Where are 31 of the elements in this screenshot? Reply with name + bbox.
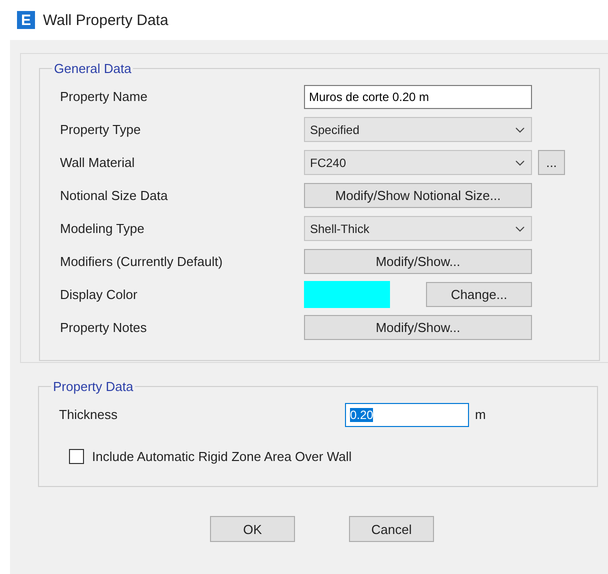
modify-button[interactable]: Modify/Show... bbox=[304, 249, 532, 274]
modify-button[interactable]: Modify/Show... bbox=[304, 315, 532, 340]
thickness-field[interactable]: 0.20 bbox=[345, 402, 469, 426]
group-title: Property Data bbox=[52, 379, 134, 394]
modify-button[interactable]: Modify/Show Notional Size... bbox=[304, 183, 532, 208]
change-button[interactable]: Change... bbox=[426, 282, 532, 307]
dropdown[interactable]: Specified bbox=[304, 117, 532, 142]
field-label: Modifiers (Currently Default) bbox=[60, 254, 224, 269]
chevron-down-icon bbox=[515, 160, 525, 166]
unit-label: m bbox=[475, 407, 486, 422]
group-title: General Data bbox=[53, 61, 132, 76]
property-name-field[interactable]: Muros de corte 0.20 m bbox=[304, 84, 532, 108]
field-label: Property Type bbox=[60, 122, 142, 137]
app-logo: E bbox=[17, 11, 35, 29]
field-label: Wall Material bbox=[60, 155, 136, 170]
field-label: Display Color bbox=[60, 287, 138, 302]
field-label: Modeling Type bbox=[60, 221, 146, 236]
checkbox-label: Include Automatic Rigid Zone Area Over Wall bbox=[92, 449, 352, 464]
chevron-down-icon bbox=[515, 126, 525, 132]
dialog-button[interactable]: Cancel bbox=[349, 516, 434, 542]
chevron-down-icon bbox=[515, 226, 525, 232]
window-title: Wall Property Data bbox=[43, 12, 168, 28]
field-label: Notional Size Data bbox=[60, 188, 169, 203]
field-label: Property Name bbox=[60, 89, 148, 104]
dropdown[interactable]: FC240 bbox=[304, 150, 532, 175]
checkbox[interactable] bbox=[69, 449, 84, 464]
dropdown[interactable]: Shell-Thick bbox=[304, 216, 532, 241]
field-label: Property Notes bbox=[60, 320, 148, 335]
dialog-button[interactable]: OK bbox=[210, 516, 295, 542]
browse-button[interactable]: ... bbox=[538, 150, 565, 175]
field-label: Thickness bbox=[59, 407, 119, 422]
